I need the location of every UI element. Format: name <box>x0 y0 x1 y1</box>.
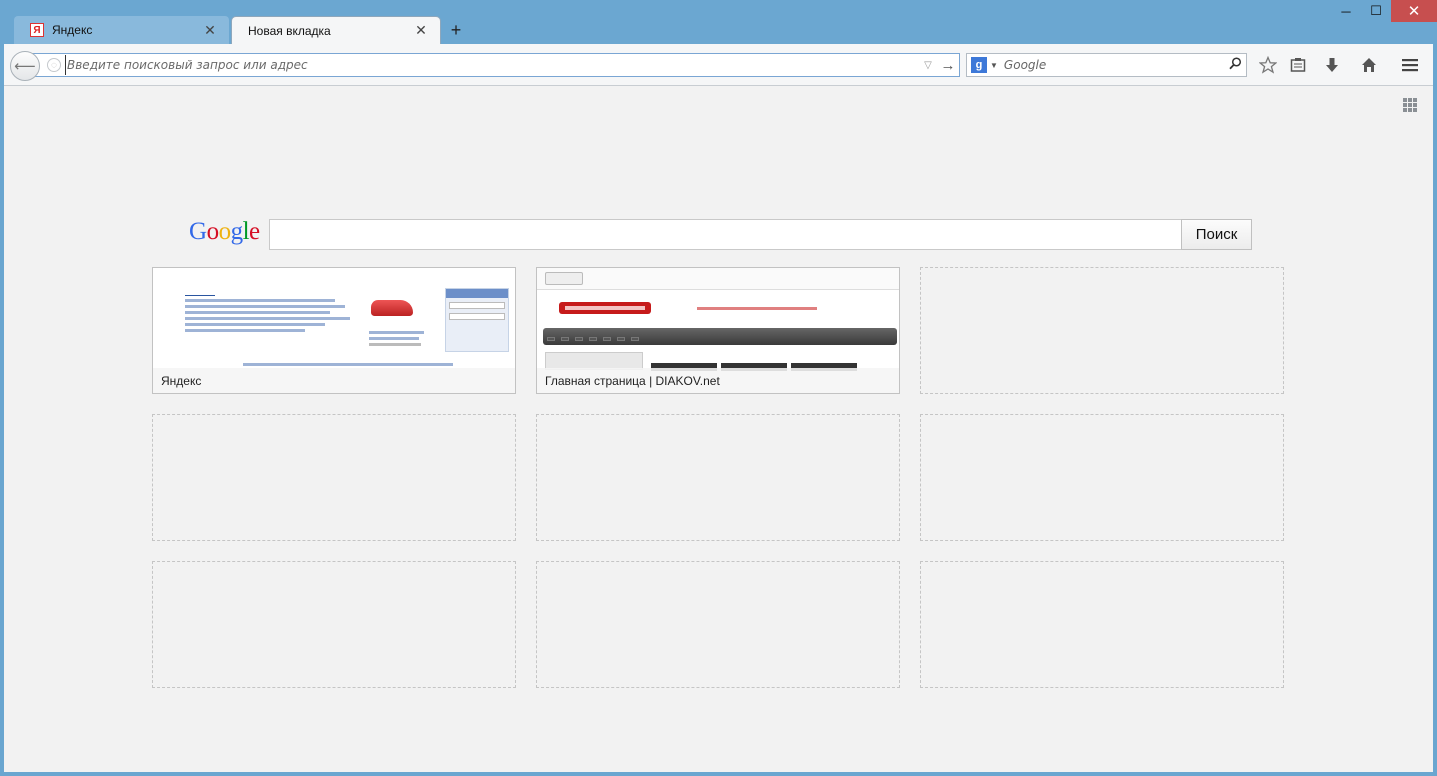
url-history-dropdown-icon[interactable]: ▽ <box>919 60 937 71</box>
tile-thumbnail <box>537 268 899 371</box>
yandex-favicon-icon: Я <box>30 23 44 37</box>
star-icon[interactable] <box>1256 54 1280 76</box>
maximize-button[interactable]: ☐ <box>1361 0 1391 22</box>
close-tab-icon[interactable]: ✕ <box>203 22 217 39</box>
chevron-down-icon[interactable]: ▼ <box>990 61 998 70</box>
tab-strip: Я Яндекс ✕ Новая вкладка ✕ + <box>14 16 471 44</box>
search-icon[interactable] <box>1224 57 1246 73</box>
tile-empty[interactable] <box>152 414 516 541</box>
tile-empty[interactable] <box>536 414 900 541</box>
google-search-button[interactable]: Поиск <box>1181 219 1252 250</box>
download-icon[interactable] <box>1320 54 1344 76</box>
url-input[interactable] <box>65 55 919 75</box>
google-logo: Google <box>189 218 260 245</box>
diakov-logo-image <box>559 300 651 320</box>
tile-title: Яндекс <box>153 368 515 393</box>
tile-empty[interactable] <box>920 267 1284 394</box>
mail-widget <box>445 288 509 352</box>
reading-list-icon[interactable] <box>1286 54 1310 76</box>
tile-yandex[interactable]: Яндекс <box>152 267 516 394</box>
new-tab-page: Google Поиск Яндекс Главная страница | D… <box>4 86 1433 772</box>
window-controls: ─ ☐ ✕ <box>1331 0 1437 22</box>
minimize-button[interactable]: ─ <box>1331 0 1361 22</box>
site-menu-bar <box>543 328 897 345</box>
tiles-grid-icon[interactable] <box>1403 98 1417 112</box>
close-window-button[interactable]: ✕ <box>1391 0 1437 22</box>
globe-icon: ◌ <box>47 58 61 72</box>
search-input[interactable] <box>1003 58 1224 72</box>
google-engine-icon[interactable]: g <box>971 57 987 73</box>
ad-car-image <box>371 300 413 316</box>
tile-empty[interactable] <box>920 561 1284 688</box>
tile-diakov[interactable]: Главная страница | DIAKOV.net <box>536 267 900 394</box>
tile-empty[interactable] <box>920 414 1284 541</box>
tab-label: Яндекс <box>52 23 93 37</box>
url-bar[interactable]: ◌ ▽ → <box>32 53 960 77</box>
go-arrow-icon[interactable]: → <box>937 57 959 74</box>
tab-new-tab[interactable]: Новая вкладка ✕ <box>231 16 441 44</box>
google-search-input[interactable] <box>269 219 1182 250</box>
tile-thumbnail <box>153 268 515 370</box>
tile-empty[interactable] <box>536 561 900 688</box>
window-titlebar: ─ ☐ ✕ Я Яндекс ✕ Новая вкладка ✕ + <box>0 0 1437 44</box>
tile-empty[interactable] <box>152 561 516 688</box>
tab-label: Новая вкладка <box>248 23 331 38</box>
tab-yandex[interactable]: Я Яндекс ✕ <box>14 16 229 44</box>
navigation-toolbar: ⟵ ◌ ▽ → g ▼ <box>4 44 1433 86</box>
home-icon[interactable] <box>1357 54 1381 76</box>
tile-title: Главная страница | DIAKOV.net <box>537 368 899 393</box>
new-tab-button[interactable]: + <box>441 16 471 44</box>
search-bar[interactable]: g ▼ <box>966 53 1247 77</box>
back-button[interactable]: ⟵ <box>10 51 40 81</box>
menu-icon[interactable] <box>1398 54 1422 76</box>
close-tab-icon[interactable]: ✕ <box>414 22 428 39</box>
back-arrow-icon: ⟵ <box>14 58 36 75</box>
